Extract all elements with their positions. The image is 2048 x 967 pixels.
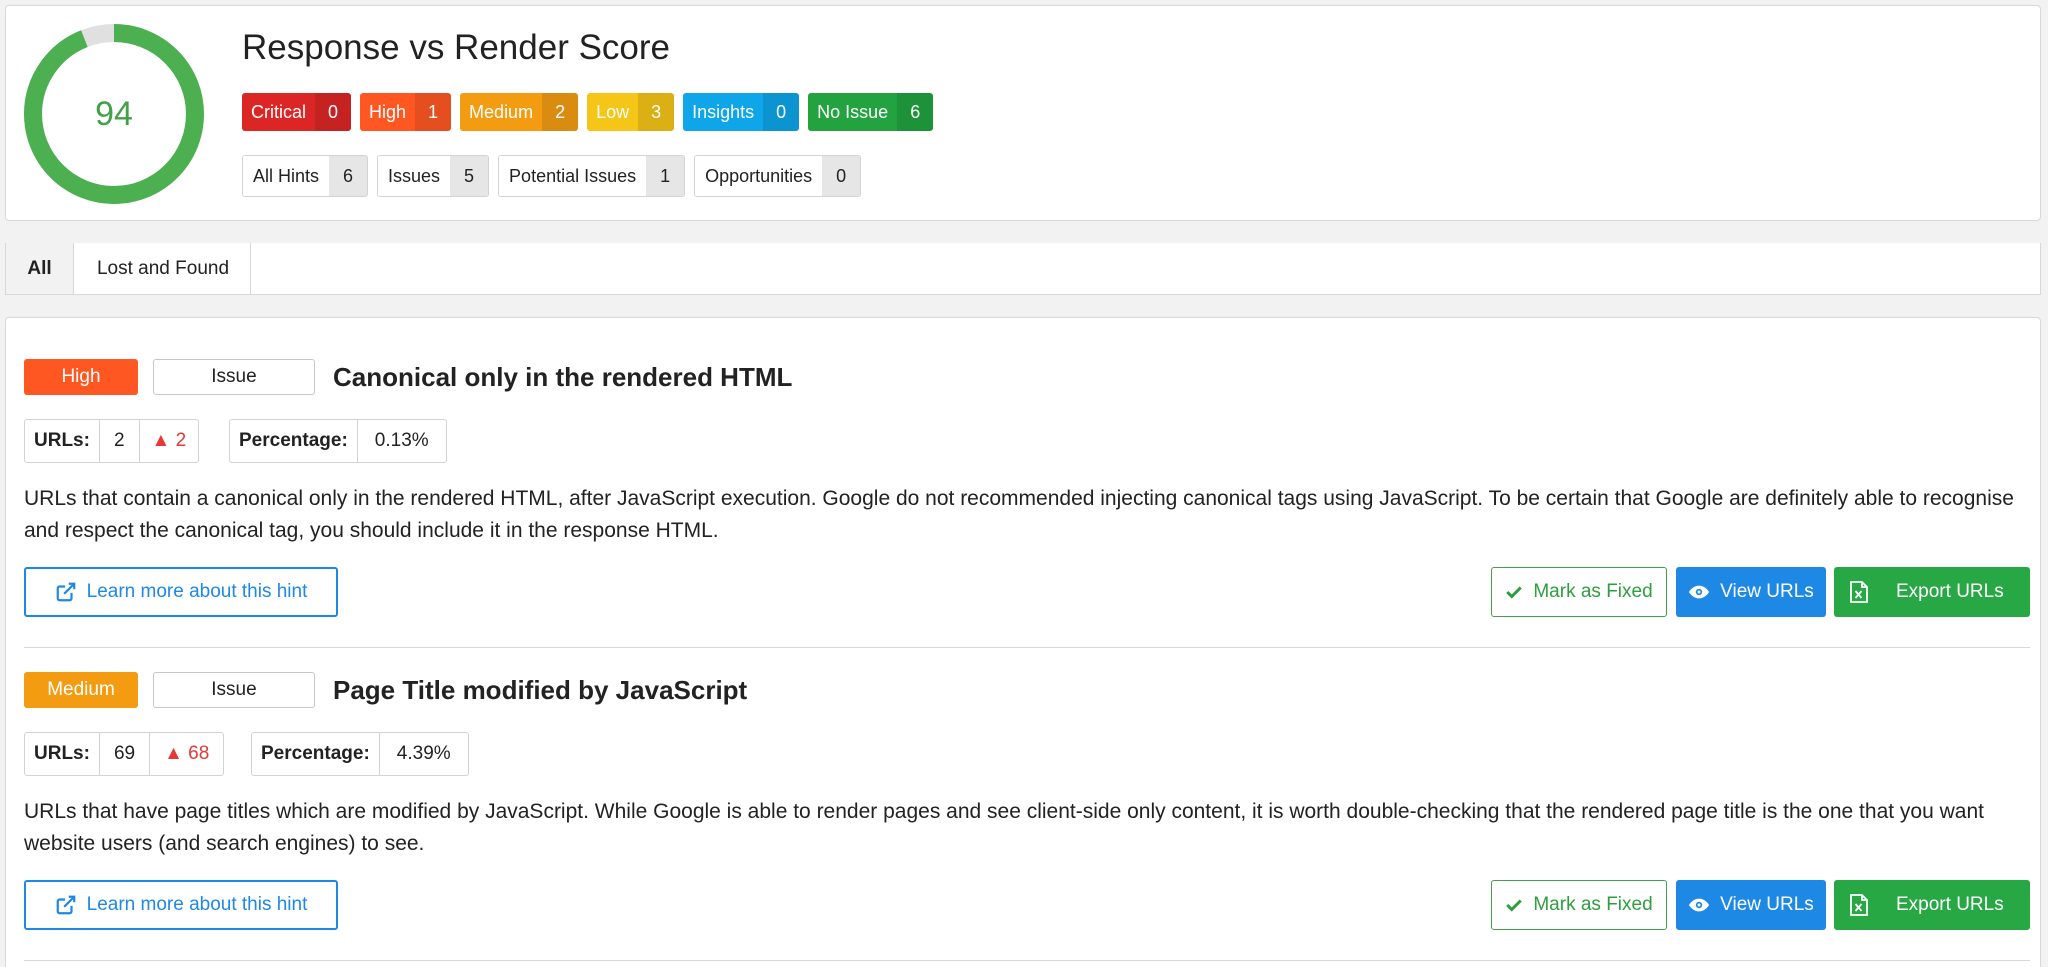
score-value: 94 bbox=[95, 94, 133, 133]
percentage-stat: Percentage: 0.13% bbox=[229, 419, 447, 463]
percentage-label: Percentage: bbox=[252, 733, 380, 775]
severity-filter-high[interactable]: High 1 bbox=[360, 93, 452, 131]
export-urls-label: Export URLs bbox=[1896, 894, 2004, 915]
hint-divider bbox=[24, 960, 2030, 961]
severity-label: No Issue bbox=[817, 101, 889, 122]
hint-type-filters: All Hints 6 Issues 5 Potential Issues 1 … bbox=[242, 155, 862, 197]
severity-count: 0 bbox=[763, 93, 800, 131]
severity-filter-no-issue[interactable]: No Issue 6 bbox=[808, 93, 934, 131]
percentage-value: 0.13% bbox=[374, 430, 429, 451]
hint-description: URLs that contain a canonical only in th… bbox=[24, 487, 2014, 542]
eye-icon bbox=[1689, 898, 1710, 912]
percentage-stat: Percentage: 4.39% bbox=[251, 732, 469, 776]
hint-filter-label: All Hints bbox=[243, 156, 330, 196]
hint-filter-count: 1 bbox=[646, 156, 685, 196]
excel-file-icon bbox=[1850, 894, 1868, 916]
hint-description: URLs that have page titles which are mod… bbox=[24, 800, 1984, 855]
severity-label: Insights bbox=[692, 101, 755, 122]
hint-filter-label: Issues bbox=[378, 156, 451, 196]
hint-title: Canonical only in the rendered HTML bbox=[333, 361, 793, 392]
hint-filter-potential-issues[interactable]: Potential Issues 1 bbox=[498, 155, 686, 197]
urls-count: 2 bbox=[100, 420, 140, 462]
severity-badge: High bbox=[24, 359, 138, 395]
learn-more-label: Learn more about this hint bbox=[86, 581, 308, 602]
hint-type-badge: Issue bbox=[153, 359, 315, 395]
export-urls-button[interactable]: Export URLs bbox=[1834, 567, 2030, 617]
severity-filter-insights[interactable]: Insights 0 bbox=[683, 93, 800, 131]
learn-more-label: Learn more about this hint bbox=[86, 894, 308, 915]
severity-filter-low[interactable]: Low 3 bbox=[587, 93, 675, 131]
eye-icon bbox=[1689, 585, 1710, 599]
urls-label: URLs: bbox=[25, 420, 100, 462]
urls-change: ▲ 68 bbox=[164, 743, 210, 764]
severity-count: 3 bbox=[638, 93, 675, 131]
view-urls-label: View URLs bbox=[1720, 894, 1814, 915]
check-icon bbox=[1506, 586, 1523, 599]
urls-stat: URLs: 69 ▲ 68 bbox=[24, 732, 225, 776]
hint-type-badge: Issue bbox=[153, 672, 315, 708]
severity-label: Medium bbox=[469, 101, 534, 122]
view-urls-label: View URLs bbox=[1720, 581, 1814, 602]
export-urls-label: Export URLs bbox=[1896, 581, 2004, 602]
hint-filter-label: Opportunities bbox=[695, 156, 823, 196]
mark-as-fixed-label: Mark as Fixed bbox=[1533, 581, 1653, 602]
hint-filter-count: 5 bbox=[450, 156, 489, 196]
severity-label: Critical bbox=[251, 101, 307, 122]
tab-lost-and-found[interactable]: Lost and Found bbox=[76, 243, 251, 294]
severity-count: 1 bbox=[415, 93, 452, 131]
check-icon bbox=[1506, 899, 1523, 912]
urls-count: 69 bbox=[100, 733, 151, 775]
urls-change: ▲ 2 bbox=[151, 430, 187, 451]
mark-as-fixed-button[interactable]: Mark as Fixed bbox=[1491, 880, 1667, 930]
excel-file-icon bbox=[1850, 581, 1868, 603]
hint-divider bbox=[24, 647, 2030, 648]
hint-filter-label: Potential Issues bbox=[499, 156, 647, 196]
external-link-icon bbox=[56, 895, 75, 915]
view-urls-button[interactable]: View URLs bbox=[1676, 880, 1826, 930]
mark-as-fixed-button[interactable]: Mark as Fixed bbox=[1491, 567, 1667, 617]
severity-label: High bbox=[369, 101, 407, 122]
hints-list: High Issue Canonical only in the rendere… bbox=[5, 317, 2041, 967]
tab-all[interactable]: All bbox=[6, 243, 74, 294]
hint-filter-issues[interactable]: Issues 5 bbox=[377, 155, 490, 197]
hint-filter-opportunities[interactable]: Opportunities 0 bbox=[694, 155, 862, 197]
percentage-label: Percentage: bbox=[230, 420, 358, 462]
severity-filters: Critical 0 High 1 Medium 2 Low 3 Insight… bbox=[242, 93, 934, 131]
external-link-icon bbox=[56, 582, 75, 602]
export-urls-button[interactable]: Export URLs bbox=[1834, 880, 2030, 930]
score-panel: 94 Response vs Render Score Critical 0 H… bbox=[5, 5, 2041, 221]
urls-label: URLs: bbox=[25, 733, 100, 775]
severity-count: 6 bbox=[897, 93, 934, 131]
tab-bar: All Lost and Found bbox=[5, 243, 2041, 295]
hint-filter-count: 0 bbox=[822, 156, 861, 196]
severity-filter-critical[interactable]: Critical 0 bbox=[242, 93, 352, 131]
urls-stat: URLs: 2 ▲ 2 bbox=[24, 419, 200, 463]
severity-filter-medium[interactable]: Medium 2 bbox=[460, 93, 579, 131]
severity-badge: Medium bbox=[24, 672, 138, 708]
learn-more-button[interactable]: Learn more about this hint bbox=[24, 567, 338, 617]
severity-label: Low bbox=[596, 101, 630, 122]
view-urls-button[interactable]: View URLs bbox=[1676, 567, 1826, 617]
hint-filter-all-hints[interactable]: All Hints 6 bbox=[242, 155, 369, 197]
learn-more-button[interactable]: Learn more about this hint bbox=[24, 880, 338, 930]
mark-as-fixed-label: Mark as Fixed bbox=[1533, 894, 1653, 915]
page-title: Response vs Render Score bbox=[242, 28, 670, 67]
percentage-value: 4.39% bbox=[396, 743, 451, 764]
severity-count: 0 bbox=[315, 93, 352, 131]
hint-filter-count: 6 bbox=[329, 156, 368, 196]
hint-title: Page Title modified by JavaScript bbox=[333, 674, 748, 705]
severity-count: 2 bbox=[542, 93, 579, 131]
